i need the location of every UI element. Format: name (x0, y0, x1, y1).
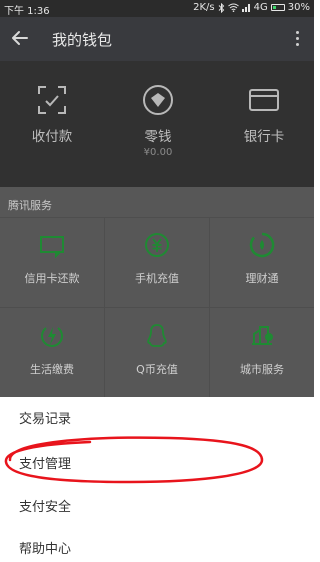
coin-icon (143, 85, 173, 115)
menu-item-help-center[interactable]: 帮助中心 (0, 527, 314, 562)
menu-item-label: 帮助中心 (19, 542, 72, 557)
service-mobile-topup[interactable]: 手机充值 (105, 217, 209, 307)
menu-item-payment-security[interactable]: 支付安全 (0, 485, 314, 527)
status-bar: 下午 1:36 2K/s 4G 30% (0, 0, 314, 17)
services-grid: 信用卡还款 手机充值 理财通 生活缴费 Q币充值 城市服务 (0, 217, 314, 407)
service-label: 手机充值 (135, 272, 179, 285)
wallet-item-pay-receive[interactable]: 收付款 (2, 83, 102, 145)
penguin-icon (147, 324, 167, 347)
service-label: 信用卡还款 (24, 272, 80, 285)
page-title: 我的钱包 (52, 31, 113, 49)
service-label: 城市服务 (240, 363, 284, 376)
change-balance: ¥0.00 (143, 147, 173, 158)
more-options-icon[interactable] (294, 29, 300, 49)
wallet-item-bank-card[interactable]: 银行卡 (214, 83, 314, 145)
service-wealth[interactable]: 理财通 (210, 217, 314, 307)
section-title: 腾讯服务 (8, 199, 52, 212)
app-bar: 我的钱包 (0, 17, 314, 61)
service-city[interactable]: 城市服务 (210, 308, 314, 398)
wifi-icon (227, 3, 239, 12)
menu-item-label: 支付管理 (19, 457, 72, 472)
network-type: 4G (253, 2, 268, 13)
service-qcoin-topup[interactable]: Q币充值 (105, 308, 209, 398)
credit-card-icon (40, 236, 64, 259)
service-utility-bills[interactable]: 生活缴费 (0, 308, 104, 398)
battery-level: 30% (287, 2, 310, 13)
yuan-circle-icon (145, 233, 169, 257)
bluetooth-icon (218, 2, 224, 13)
status-time: 下午 1:36 (4, 6, 50, 17)
wallet-item-change[interactable]: 零钱 ¥0.00 (108, 83, 208, 158)
menu-item-label: 支付安全 (19, 500, 72, 515)
signal-icon (241, 3, 251, 12)
network-speed: 2K/s (193, 2, 215, 13)
status-indicators: 2K/s 4G 30% (193, 2, 310, 13)
card-icon (249, 89, 279, 111)
bottom-menu: 交易记录 支付管理 支付安全 帮助中心 (0, 397, 314, 562)
menu-item-label: 交易记录 (19, 412, 72, 427)
wallet-item-label: 零钱 (144, 129, 172, 145)
menu-item-transactions[interactable]: 交易记录 (0, 397, 314, 439)
scan-frame-icon (38, 86, 66, 114)
tencent-services-section: 腾讯服务 信用卡还款 手机充值 理财通 生活缴费 Q币充值 城市服务 (0, 187, 314, 407)
service-credit-card-repay[interactable]: 信用卡还款 (0, 217, 104, 307)
wallet-item-label: 收付款 (31, 129, 73, 145)
wallet-header: 收付款 零钱 ¥0.00 银行卡 (0, 61, 314, 187)
service-label: Q币充值 (136, 363, 178, 376)
battery-icon (270, 4, 285, 11)
wallet-item-label: 银行卡 (243, 129, 285, 145)
wealth-icon (249, 232, 275, 258)
service-label: 生活缴费 (30, 363, 74, 376)
back-arrow-icon[interactable] (10, 27, 30, 49)
menu-item-payment-management[interactable]: 支付管理 (0, 442, 314, 484)
bolt-icon (41, 327, 63, 347)
city-icon (252, 326, 273, 345)
service-label: 理财通 (245, 272, 279, 285)
